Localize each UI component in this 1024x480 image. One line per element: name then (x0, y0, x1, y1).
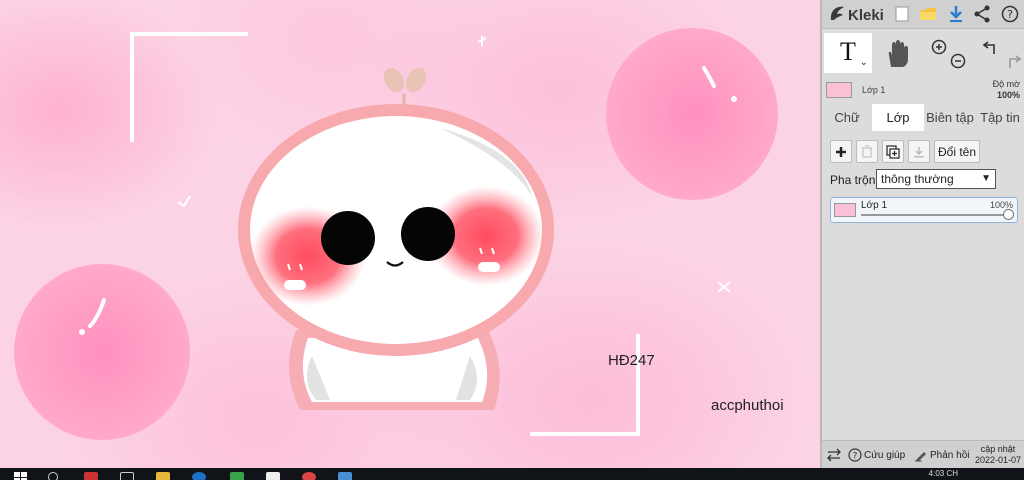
zoom-in-icon[interactable] (928, 36, 972, 70)
chrome-icon[interactable] (302, 472, 316, 480)
swap-icon (827, 448, 841, 462)
canvas-text-hd247: HĐ247 (608, 352, 655, 369)
opacity-readout: Độ mờ 100% (993, 79, 1020, 101)
kleki-logo[interactable]: Kleki (828, 5, 884, 25)
duplicate-layer-button[interactable] (882, 140, 904, 163)
svg-text:?: ? (1007, 8, 1013, 21)
help-label: Cứu giúp (864, 449, 906, 461)
text-tool-glyph: T (840, 36, 856, 66)
bottom-bar: ? Cứu giúp Phản hồi cập nhật 2022-01-07 (822, 440, 1024, 468)
layer-item[interactable]: Lớp 1 100% (830, 197, 1018, 223)
download-icon[interactable] (946, 4, 966, 24)
open-folder-icon[interactable] (918, 4, 938, 24)
merge-down-icon (914, 146, 924, 157)
current-layer-info: Lớp 1 Độ mờ 100% (822, 76, 1024, 104)
layer-thumbnail (834, 203, 856, 217)
taskbar-clock[interactable]: 4:03 CH (929, 469, 958, 478)
blend-mode-select[interactable]: thông thường ▼ (876, 169, 996, 189)
top-toolbar: Kleki ? (822, 0, 1024, 29)
frame-bracket-top-left (130, 32, 248, 142)
merge-layer-button[interactable] (908, 140, 930, 163)
help-button[interactable]: ? Cứu giúp (848, 441, 905, 469)
tab-text[interactable]: Chữ (822, 104, 872, 131)
taskbar: 4:03 CH (0, 468, 1024, 480)
frame-bracket-bottom-right (530, 334, 640, 436)
plus-icon (836, 146, 846, 157)
swap-button[interactable] (826, 441, 842, 469)
feedback-label: Phản hồi (930, 449, 970, 461)
blend-mode-value: thông thường (881, 172, 954, 186)
undo-icon[interactable] (980, 36, 1024, 70)
delete-layer-button[interactable] (856, 140, 878, 163)
taskbar-app-icon[interactable] (266, 472, 280, 480)
undo-redo-controls (980, 36, 1024, 70)
folder-icon[interactable] (156, 472, 170, 480)
trash-icon (862, 145, 872, 158)
eye-left (321, 211, 375, 265)
current-layer-name: Lớp 1 (862, 85, 886, 95)
feedback-icon (915, 452, 926, 462)
hand-icon[interactable] (882, 39, 912, 69)
text-tool-button[interactable]: T ⌄ (824, 33, 872, 73)
taskbar-app-icon[interactable] (230, 472, 244, 480)
sidebar: Kleki ? T ⌄ Lớp 1 Độ mờ 100% Chữ Lớp Biê… (820, 0, 1024, 468)
kleki-logo-icon (828, 4, 846, 27)
chevron-down-icon: ▼ (981, 173, 991, 184)
app-name: Kleki (848, 6, 884, 24)
pink-bubble-right (606, 28, 778, 200)
update-info[interactable]: cập nhật 2022-01-07 (975, 444, 1021, 466)
windows-start-icon[interactable] (14, 472, 28, 480)
edge-icon[interactable] (192, 472, 206, 480)
zoom-controls (928, 36, 972, 70)
update-label: cập nhật (980, 444, 1016, 454)
current-layer-thumbnail (826, 82, 852, 98)
feedback-button[interactable]: Phản hồi (914, 441, 969, 469)
layers-panel: Đổi tên Pha trộn thông thường ▼ Lớp 1 10… (822, 131, 1024, 431)
blend-mode-label: Pha trộn (830, 173, 876, 187)
pink-bubble-left (14, 264, 190, 440)
duplicate-icon (886, 144, 900, 159)
svg-text:?: ? (853, 452, 858, 462)
help-circle-icon: ? (848, 448, 862, 462)
help-icon[interactable]: ? (1000, 4, 1020, 24)
update-date: 2022-01-07 (974, 455, 1021, 465)
taskbar-app-icon[interactable] (338, 472, 352, 480)
layer-opacity-track[interactable] (861, 214, 1007, 216)
rename-layer-button[interactable]: Đổi tên (934, 140, 980, 163)
opacity-value: 100% (996, 90, 1020, 100)
eye-right (401, 207, 455, 261)
add-layer-button[interactable] (830, 140, 852, 163)
tab-layers[interactable]: Lớp (872, 104, 924, 131)
panel-tabs: Chữ Lớp Biên tập Tập tin (822, 104, 1024, 131)
share-icon[interactable] (972, 4, 992, 24)
canvas-artwork (14, 28, 778, 440)
drawing-canvas[interactable]: HĐ247 accphuthoi (0, 0, 820, 468)
tab-file[interactable]: Tập tin (976, 104, 1024, 131)
search-icon[interactable] (48, 472, 58, 480)
canvas-text-signature: accphuthoi (711, 397, 784, 414)
app-window: HĐ247 accphuthoi Kleki ? T ⌄ Lớp 1 Độ mờ… (0, 0, 1024, 480)
new-file-icon[interactable] (892, 4, 912, 24)
tool-row: T ⌄ (822, 30, 1024, 74)
taskbar-app-icon[interactable] (84, 472, 98, 480)
opacity-label: Độ mờ (992, 79, 1020, 89)
store-icon[interactable] (120, 472, 134, 480)
text-tool-dropdown-icon[interactable]: ⌄ (860, 57, 868, 68)
layer-name: Lớp 1 (861, 200, 888, 211)
layer-opacity-slider-handle[interactable] (1003, 209, 1014, 220)
tab-edit[interactable]: Biên tập (924, 104, 976, 131)
